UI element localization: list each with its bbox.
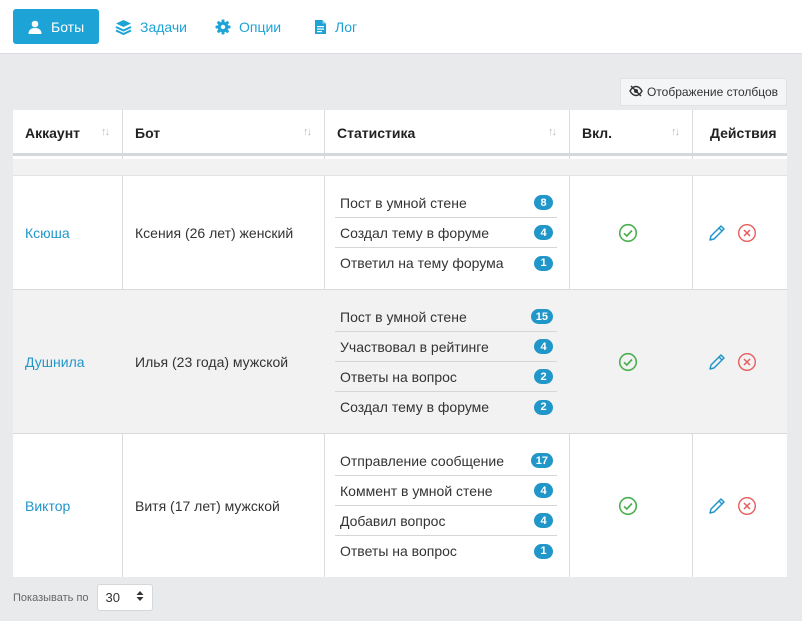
filter-row	[13, 159, 787, 176]
stat-count-badge: 2	[534, 369, 553, 384]
header-stats[interactable]: Статистика	[337, 110, 415, 156]
stat-item: Ответы на вопрос 1	[335, 536, 557, 566]
tab-options-label: Опции	[239, 18, 282, 35]
delete-x-icon[interactable]	[737, 352, 757, 372]
sort-icon[interactable]: ↑↓	[303, 126, 312, 138]
stat-item: Пост в умной стене 8	[335, 188, 557, 218]
stats-list: Отправление сообщение 17 Коммент в умной …	[335, 446, 557, 566]
per-page-label: Показывать по	[13, 591, 89, 604]
stat-count-badge: 2	[534, 399, 553, 415]
account-link[interactable]: Душнила	[25, 354, 85, 370]
table-row: Ксюша Ксения (26 лет) женский Пост в умн…	[13, 176, 787, 290]
account-link[interactable]: Виктор	[25, 498, 70, 514]
stat-label: Ответы на вопрос	[340, 368, 457, 385]
stat-item: Ответы на вопрос 2	[335, 362, 557, 392]
stat-count-badge: 4	[534, 225, 553, 240]
stat-label: Добавил вопрос	[340, 512, 446, 529]
enabled-check-icon[interactable]	[618, 223, 638, 243]
stat-label: Отправление сообщение	[340, 452, 504, 469]
header-account[interactable]: Аккаунт	[25, 110, 80, 156]
account-link[interactable]: Ксюша	[25, 225, 70, 241]
stat-label: Создал тему в форуме	[340, 399, 490, 415]
bot-description: Илья (23 года) мужской	[135, 353, 289, 370]
per-page-value: 30	[105, 590, 120, 605]
stat-item: Создал тему в форуме 4	[335, 218, 557, 248]
stat-count-badge: 1	[534, 543, 553, 559]
table-header: Аккаунт ↑↓ Бот ↑↓ Статистика ↑↓ Вкл. ↑↓ …	[13, 110, 787, 156]
tab-options[interactable]: Опции	[201, 9, 295, 44]
gear-icon	[215, 19, 231, 35]
layers-icon	[115, 19, 132, 35]
sort-icon[interactable]: ↑↓	[548, 126, 557, 138]
delete-x-icon[interactable]	[737, 223, 757, 243]
bot-description: Витя (17 лет) мужской	[135, 497, 280, 514]
stat-label: Пост в умной стене	[340, 194, 467, 211]
eye-slash-icon	[629, 84, 643, 100]
stat-label: Пост в умной стене	[340, 308, 467, 325]
tab-log[interactable]: Лог	[300, 9, 371, 44]
sort-arrows-icon	[136, 590, 144, 605]
tab-tasks-label: Задачи	[140, 18, 188, 35]
tab-bots-label: Боты	[51, 18, 85, 35]
file-icon	[314, 19, 327, 35]
pagination-footer: Показывать по 30	[13, 584, 153, 611]
sort-icon[interactable]: ↑↓	[101, 126, 110, 138]
stat-count-badge: 8	[534, 195, 553, 210]
stat-item: Пост в умной стене 15	[335, 302, 557, 332]
delete-x-icon[interactable]	[737, 496, 757, 516]
stat-count-badge: 4	[534, 513, 553, 528]
stat-count-badge: 1	[534, 255, 553, 271]
sort-icon[interactable]: ↑↓	[671, 126, 680, 138]
header-enabled[interactable]: Вкл.	[582, 110, 612, 156]
stat-item: Ответил на тему форума 1	[335, 248, 557, 278]
stat-item: Отправление сообщение 17	[335, 446, 557, 476]
enabled-check-icon[interactable]	[618, 496, 638, 516]
columns-visibility-label: Отображение столбцов	[646, 85, 779, 99]
enabled-check-icon[interactable]	[618, 352, 638, 372]
stat-item: Создал тему в форуме 2	[335, 392, 557, 422]
stat-item: Коммент в умной стене 4	[335, 476, 557, 506]
stat-label: Коммент в умной стене	[340, 482, 493, 499]
tab-bots[interactable]: Боты	[13, 9, 99, 44]
bots-table: Аккаунт ↑↓ Бот ↑↓ Статистика ↑↓ Вкл. ↑↓ …	[13, 110, 787, 577]
columns-visibility-button[interactable]: Отображение столбцов	[620, 78, 787, 106]
stat-label: Создал тему в форуме	[340, 224, 490, 241]
tab-log-label: Лог	[335, 18, 358, 35]
table-row: Душнила Илья (23 года) мужской Пост в ум…	[13, 290, 787, 434]
per-page-select[interactable]: 30	[96, 584, 153, 611]
stat-item: Участвовал в рейтинге 4	[335, 332, 557, 362]
stat-label: Ответил на тему форума	[340, 255, 504, 271]
edit-pencil-icon[interactable]	[707, 352, 727, 372]
table-row: Виктор Витя (17 лет) мужской Отправление…	[13, 434, 787, 577]
stat-label: Ответы на вопрос	[340, 543, 457, 559]
stat-count-badge: 17	[530, 453, 553, 468]
edit-pencil-icon[interactable]	[707, 496, 727, 516]
edit-pencil-icon[interactable]	[707, 223, 727, 243]
header-actions: Действия	[710, 125, 777, 141]
stat-item: Добавил вопрос 4	[335, 506, 557, 536]
bot-description: Ксения (26 лет) женский	[135, 224, 294, 241]
user-icon	[27, 19, 43, 35]
stat-count-badge: 4	[534, 483, 553, 498]
stat-label: Участвовал в рейтинге	[340, 338, 489, 355]
tab-tasks[interactable]: Задачи	[101, 9, 201, 44]
top-nav: Боты Задачи Опции Лог	[0, 0, 802, 54]
header-bot[interactable]: Бот	[135, 110, 160, 156]
stats-list: Пост в умной стене 15 Участвовал в рейтин…	[335, 302, 557, 422]
stat-count-badge: 4	[534, 339, 553, 354]
stats-list: Пост в умной стене 8 Создал тему в форуме…	[335, 188, 557, 278]
stat-count-badge: 15	[530, 309, 553, 324]
